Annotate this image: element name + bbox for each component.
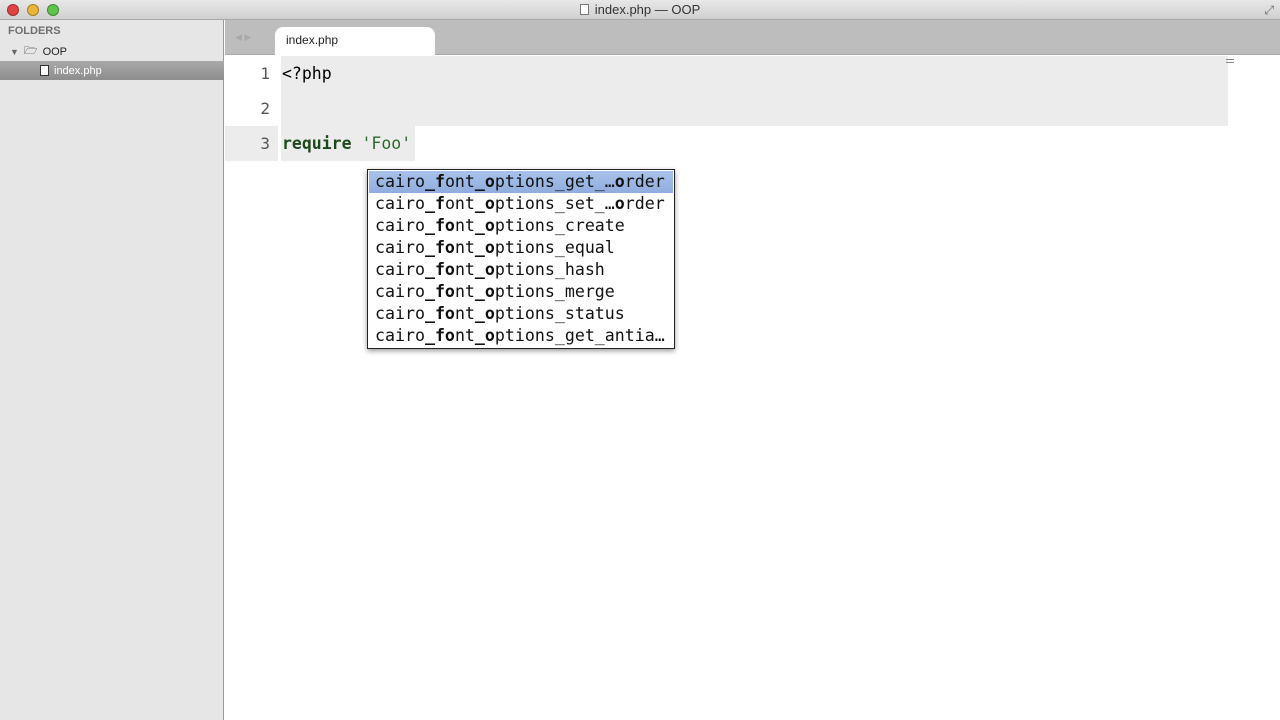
minimap[interactable] xyxy=(1226,59,1234,63)
tab-nav-arrows-icon[interactable]: ◀ ▶ xyxy=(235,32,251,43)
window-title-text: index.php — OOP xyxy=(594,2,701,17)
document-icon xyxy=(579,4,589,15)
tab-bar: ◀ ▶ index.php xyxy=(225,20,1280,56)
title-bar: index.php — OOP ⤢ xyxy=(0,0,1280,20)
sidebar-file-index-php[interactable]: index.php xyxy=(0,61,224,80)
autocomplete-item[interactable]: cairo_font_options_hash xyxy=(369,259,673,281)
match-highlight: _o xyxy=(474,304,495,323)
autocomplete-item[interactable]: cairo_font_options_set_…order xyxy=(369,193,673,215)
match-highlight: _fo xyxy=(424,282,455,301)
autocomplete-item[interactable]: cairo_font_options_merge xyxy=(369,281,673,303)
sidebar: FOLDERS ▼ 🗁 OOP index.php xyxy=(0,20,224,720)
match-highlight: _fo xyxy=(424,260,455,279)
match-highlight: _fo xyxy=(424,304,455,323)
match-highlight: _fo xyxy=(424,238,455,257)
autocomplete-item[interactable]: cairo_font_options_equal xyxy=(369,237,673,259)
code-editor[interactable]: 1 <?php 2 3 require 'Foo' xyxy=(225,56,1280,720)
selection-highlight xyxy=(281,56,1228,126)
match-highlight: _o xyxy=(474,282,495,301)
match-highlight: _o xyxy=(474,172,495,191)
item-text: cairo xyxy=(375,238,425,257)
item-text: cairo xyxy=(375,194,425,213)
window-title: index.php — OOP xyxy=(0,2,1280,17)
match-highlight: _f xyxy=(424,194,445,213)
item-text: nt xyxy=(454,238,475,257)
match-highlight: _o xyxy=(474,216,495,235)
folders-header: FOLDERS xyxy=(8,25,61,37)
item-text: cairo xyxy=(375,304,425,323)
item-text: cairo xyxy=(375,216,425,235)
item-text: ont xyxy=(444,194,475,213)
match-highlight: _o xyxy=(474,326,495,345)
match-highlight: o xyxy=(614,172,625,191)
tab-index-php[interactable]: index.php xyxy=(275,27,435,56)
item-text: ptions_get_… xyxy=(494,172,615,191)
autocomplete-item[interactable]: cairo_font_options_get_antia… xyxy=(369,325,673,347)
item-text: rder xyxy=(624,172,665,191)
php-file-icon xyxy=(40,65,49,76)
item-text: cairo xyxy=(375,260,425,279)
match-highlight: _o xyxy=(474,194,495,213)
item-text: cairo xyxy=(375,282,425,301)
line-number: 3 xyxy=(260,134,270,153)
disclosure-triangle-icon[interactable]: ▼ xyxy=(10,47,19,57)
item-text: ptions_get_antia… xyxy=(494,326,665,345)
item-text: nt xyxy=(454,260,475,279)
item-text: nt xyxy=(454,304,475,323)
fullscreen-icon[interactable]: ⤢ xyxy=(1264,3,1274,18)
file-label: index.php xyxy=(54,64,102,77)
match-highlight: _o xyxy=(474,238,495,257)
folder-label: OOP xyxy=(42,45,68,58)
item-text: ont xyxy=(444,172,475,191)
autocomplete-item[interactable]: cairo_font_options_create xyxy=(369,215,673,237)
string-literal: 'Foo' xyxy=(361,134,412,153)
autocomplete-item[interactable]: cairo_font_options_get_…order xyxy=(369,171,673,193)
item-text: nt xyxy=(454,216,475,235)
item-text: ptions_equal xyxy=(494,238,615,257)
match-highlight: _fo xyxy=(424,326,455,345)
item-text: ptions_status xyxy=(494,304,625,323)
autocomplete-item[interactable]: cairo_font_options_status xyxy=(369,303,673,325)
line-number: 2 xyxy=(260,99,270,118)
item-text: cairo xyxy=(375,326,425,345)
match-highlight: _o xyxy=(474,260,495,279)
match-highlight: o xyxy=(614,194,625,213)
code-line-1: <?php xyxy=(282,64,332,83)
autocomplete-popup: cairo_font_options_get_…order cairo_font_… xyxy=(367,169,675,349)
folder-open-icon: 🗁 xyxy=(23,45,38,57)
item-text: ptions_set_… xyxy=(494,194,615,213)
line-number: 1 xyxy=(260,64,270,83)
keyword: require xyxy=(282,134,352,153)
code-line-3: require 'Foo' xyxy=(282,134,411,153)
item-text: cairo xyxy=(375,172,425,191)
folder-oop[interactable]: ▼ 🗁 OOP xyxy=(10,42,67,61)
item-text: nt xyxy=(454,282,475,301)
match-highlight: _fo xyxy=(424,216,455,235)
item-text: ptions_create xyxy=(494,216,625,235)
match-highlight: _f xyxy=(424,172,445,191)
item-text: nt xyxy=(454,326,475,345)
item-text: ptions_hash xyxy=(494,260,605,279)
item-text: ptions_merge xyxy=(494,282,615,301)
tab-label: index.php xyxy=(286,33,339,47)
item-text: rder xyxy=(624,194,665,213)
